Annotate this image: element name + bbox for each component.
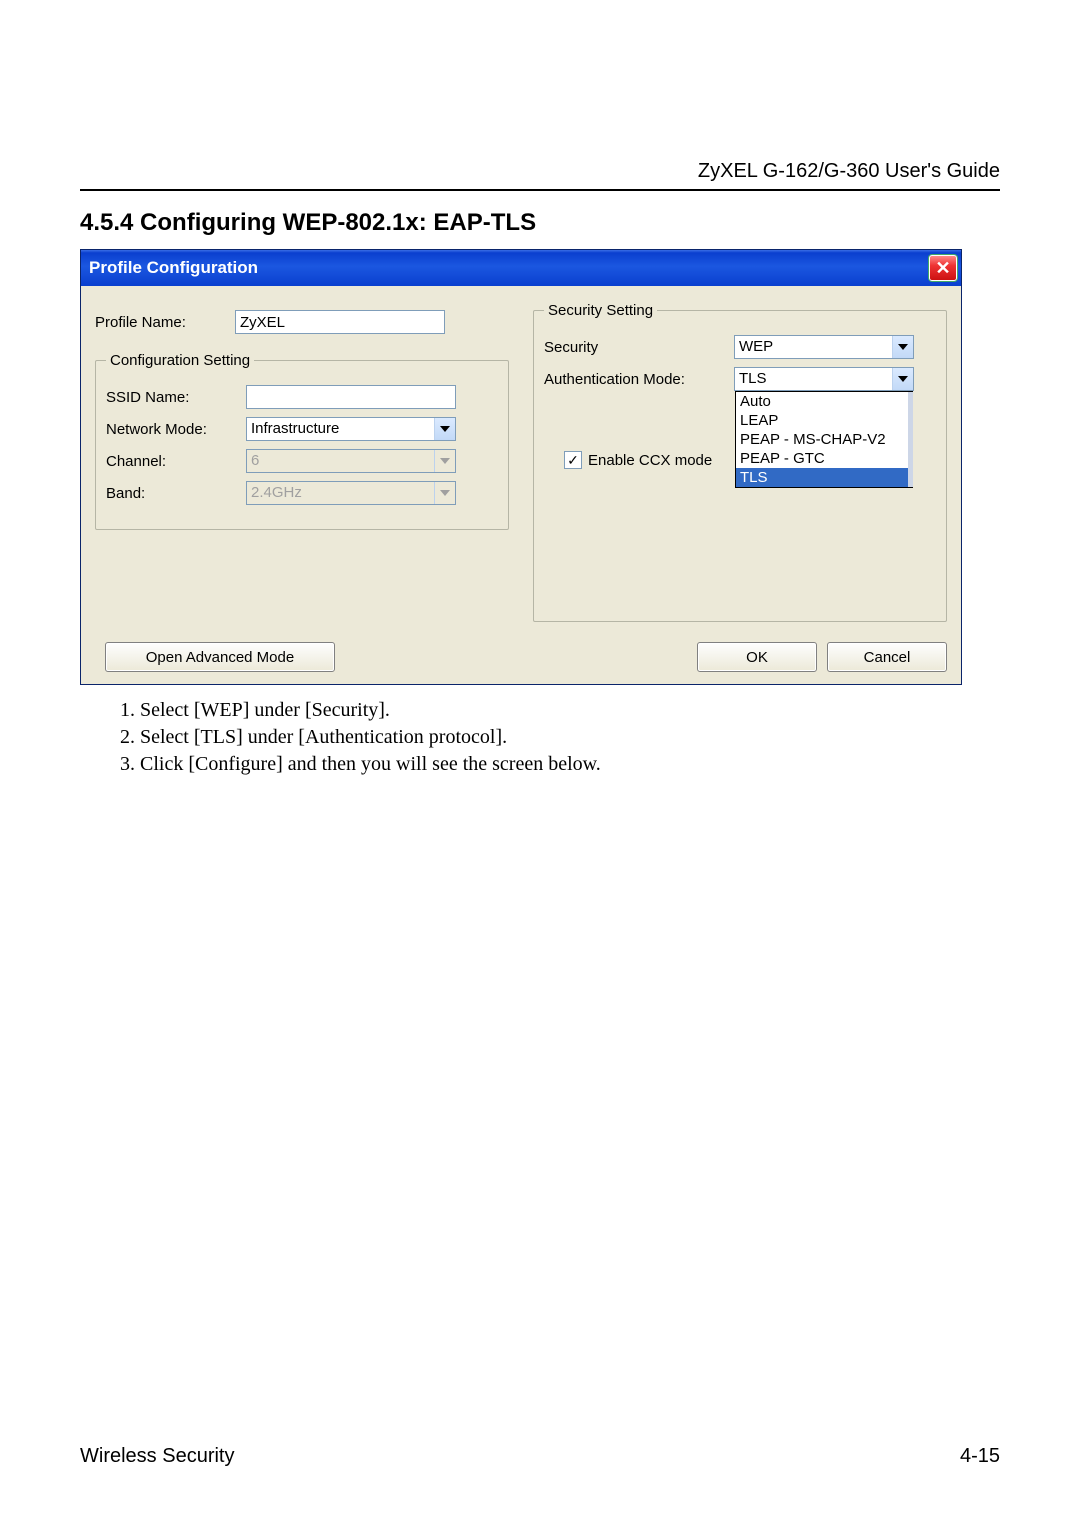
dialog-body: Profile Name: Configuration Setting SSID…: [81, 286, 961, 684]
auth-mode-label: Authentication Mode:: [544, 371, 734, 388]
footer-left: Wireless Security: [80, 1445, 234, 1468]
cancel-button[interactable]: Cancel: [827, 642, 947, 672]
chevron-down-icon: [440, 490, 450, 496]
titlebar: Profile Configuration ✕: [81, 250, 961, 286]
profile-name-label: Profile Name:: [95, 314, 235, 331]
dropdown-icon[interactable]: [434, 418, 455, 440]
open-advanced-mode-button[interactable]: Open Advanced Mode: [105, 642, 335, 672]
auth-mode-value: TLS: [735, 368, 892, 390]
security-label: Security: [544, 339, 734, 356]
security-value: WEP: [735, 336, 892, 358]
chevron-down-icon: [440, 426, 450, 432]
chevron-down-icon: [898, 376, 908, 382]
profile-name-input[interactable]: [235, 310, 445, 334]
instruction-list: Select [WEP] under [Security]. Select [T…: [110, 699, 1000, 776]
channel-value: 6: [247, 450, 434, 472]
dropdown-icon[interactable]: [892, 368, 913, 390]
instruction-step: Select [TLS] under [Authentication proto…: [140, 726, 1000, 749]
footer-page-number: 4-15: [960, 1445, 1000, 1468]
channel-select: 6: [246, 449, 456, 473]
security-select[interactable]: WEP: [734, 335, 914, 359]
chevron-down-icon: [898, 344, 908, 350]
band-select: 2.4GHz: [246, 481, 456, 505]
profile-configuration-dialog: Profile Configuration ✕ Profile Name: Co…: [80, 249, 962, 685]
ssid-name-input[interactable]: [246, 385, 456, 409]
band-value: 2.4GHz: [247, 482, 434, 504]
ssid-name-label: SSID Name:: [106, 389, 246, 406]
dropdown-icon: [434, 450, 455, 472]
auth-option-tls[interactable]: TLS: [736, 468, 912, 487]
enable-ccx-checkbox[interactable]: ✓: [564, 451, 582, 469]
document-header: ZyXEL G-162/G-360 User's Guide: [80, 160, 1000, 191]
configuration-setting-legend: Configuration Setting: [106, 352, 254, 369]
instruction-step: Select [WEP] under [Security].: [140, 699, 1000, 722]
security-setting-legend: Security Setting: [544, 302, 657, 319]
network-mode-label: Network Mode:: [106, 421, 246, 438]
dropdown-icon[interactable]: [892, 336, 913, 358]
enable-ccx-label: Enable CCX mode: [588, 452, 712, 469]
band-label: Band:: [106, 485, 246, 502]
close-button[interactable]: ✕: [929, 255, 957, 281]
dropdown-icon: [434, 482, 455, 504]
auth-mode-dropdown-list[interactable]: Auto LEAP PEAP - MS-CHAP-V2 PEAP - GTC T…: [735, 391, 913, 488]
auth-mode-select[interactable]: TLS Auto LEAP PEAP - MS-CHAP-V2 PEAP - G…: [734, 367, 914, 391]
auth-option-peap-gtc[interactable]: PEAP - GTC: [736, 449, 912, 468]
instruction-step: Click [Configure] and then you will see …: [140, 753, 1000, 776]
section-heading: 4.5.4 Configuring WEP-802.1x: EAP-TLS: [80, 209, 1000, 237]
chevron-down-icon: [440, 458, 450, 464]
ok-button[interactable]: OK: [697, 642, 817, 672]
auth-option-leap[interactable]: LEAP: [736, 411, 912, 430]
scrollbar-thumb[interactable]: [908, 392, 913, 487]
close-icon: ✕: [935, 258, 950, 279]
auth-option-auto[interactable]: Auto: [736, 392, 912, 411]
network-mode-value: Infrastructure: [247, 418, 434, 440]
network-mode-select[interactable]: Infrastructure: [246, 417, 456, 441]
channel-label: Channel:: [106, 453, 246, 470]
dialog-title: Profile Configuration: [89, 258, 258, 278]
auth-option-peap-mschapv2[interactable]: PEAP - MS-CHAP-V2: [736, 430, 912, 449]
